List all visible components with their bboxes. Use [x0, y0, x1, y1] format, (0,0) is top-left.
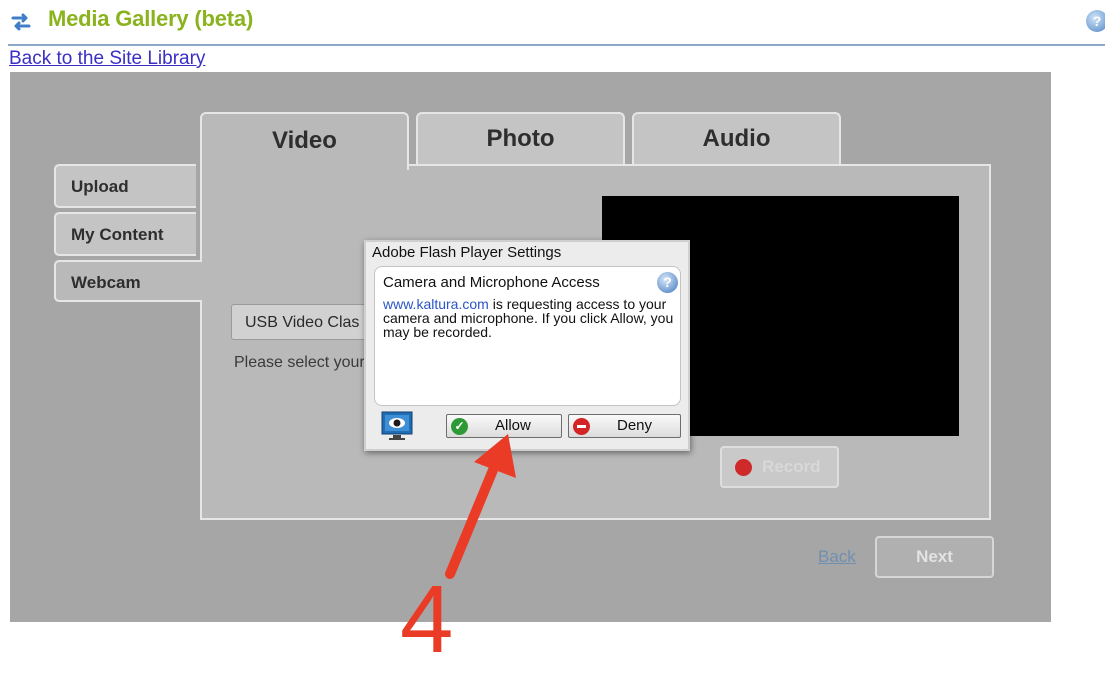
sidebar-item-upload[interactable]: Upload	[54, 164, 196, 208]
refresh-arrows-icon	[11, 13, 31, 31]
record-button[interactable]: Record	[720, 446, 839, 488]
tab-video[interactable]: Video	[200, 112, 409, 170]
record-label: Record	[762, 457, 821, 476]
page-title: Media Gallery (beta)	[48, 6, 254, 31]
sidebar-item-webcam[interactable]: Webcam	[54, 260, 202, 302]
tab-photo[interactable]: Photo	[416, 112, 625, 164]
header-divider	[8, 44, 1105, 46]
camera-device-select[interactable]: USB Video Clas	[231, 304, 381, 340]
dialog-message-box: Camera and Microphone Access ? www.kaltu…	[374, 266, 681, 406]
next-button[interactable]: Next	[875, 536, 994, 578]
checkmark-icon: ✓	[451, 418, 468, 435]
deny-button[interactable]: Deny	[568, 414, 681, 438]
device-select-prompt: Please select your	[234, 354, 365, 371]
step-number: 4	[400, 566, 454, 673]
dialog-help-icon[interactable]: ?	[657, 272, 678, 293]
tab-audio[interactable]: Audio	[632, 112, 841, 164]
access-heading: Camera and Microphone Access	[383, 274, 600, 291]
no-entry-icon	[573, 418, 590, 435]
camera-settings-icon[interactable]	[381, 411, 413, 441]
record-dot-icon	[735, 459, 752, 476]
back-to-site-library-link[interactable]: Back to the Site Library	[9, 48, 205, 70]
allow-button[interactable]: ✓ Allow	[446, 414, 562, 438]
back-link[interactable]: Back	[818, 547, 856, 567]
dialog-title: Adobe Flash Player Settings	[372, 244, 562, 261]
sidebar-item-my-content[interactable]: My Content	[54, 212, 196, 256]
access-message: www.kaltura.com is requesting access to …	[383, 297, 679, 339]
deny-label: Deny	[617, 417, 653, 434]
allow-label: Allow	[495, 417, 531, 434]
help-icon[interactable]: ?	[1086, 10, 1105, 32]
flash-settings-dialog: Adobe Flash Player Settings Camera and M…	[364, 240, 690, 451]
